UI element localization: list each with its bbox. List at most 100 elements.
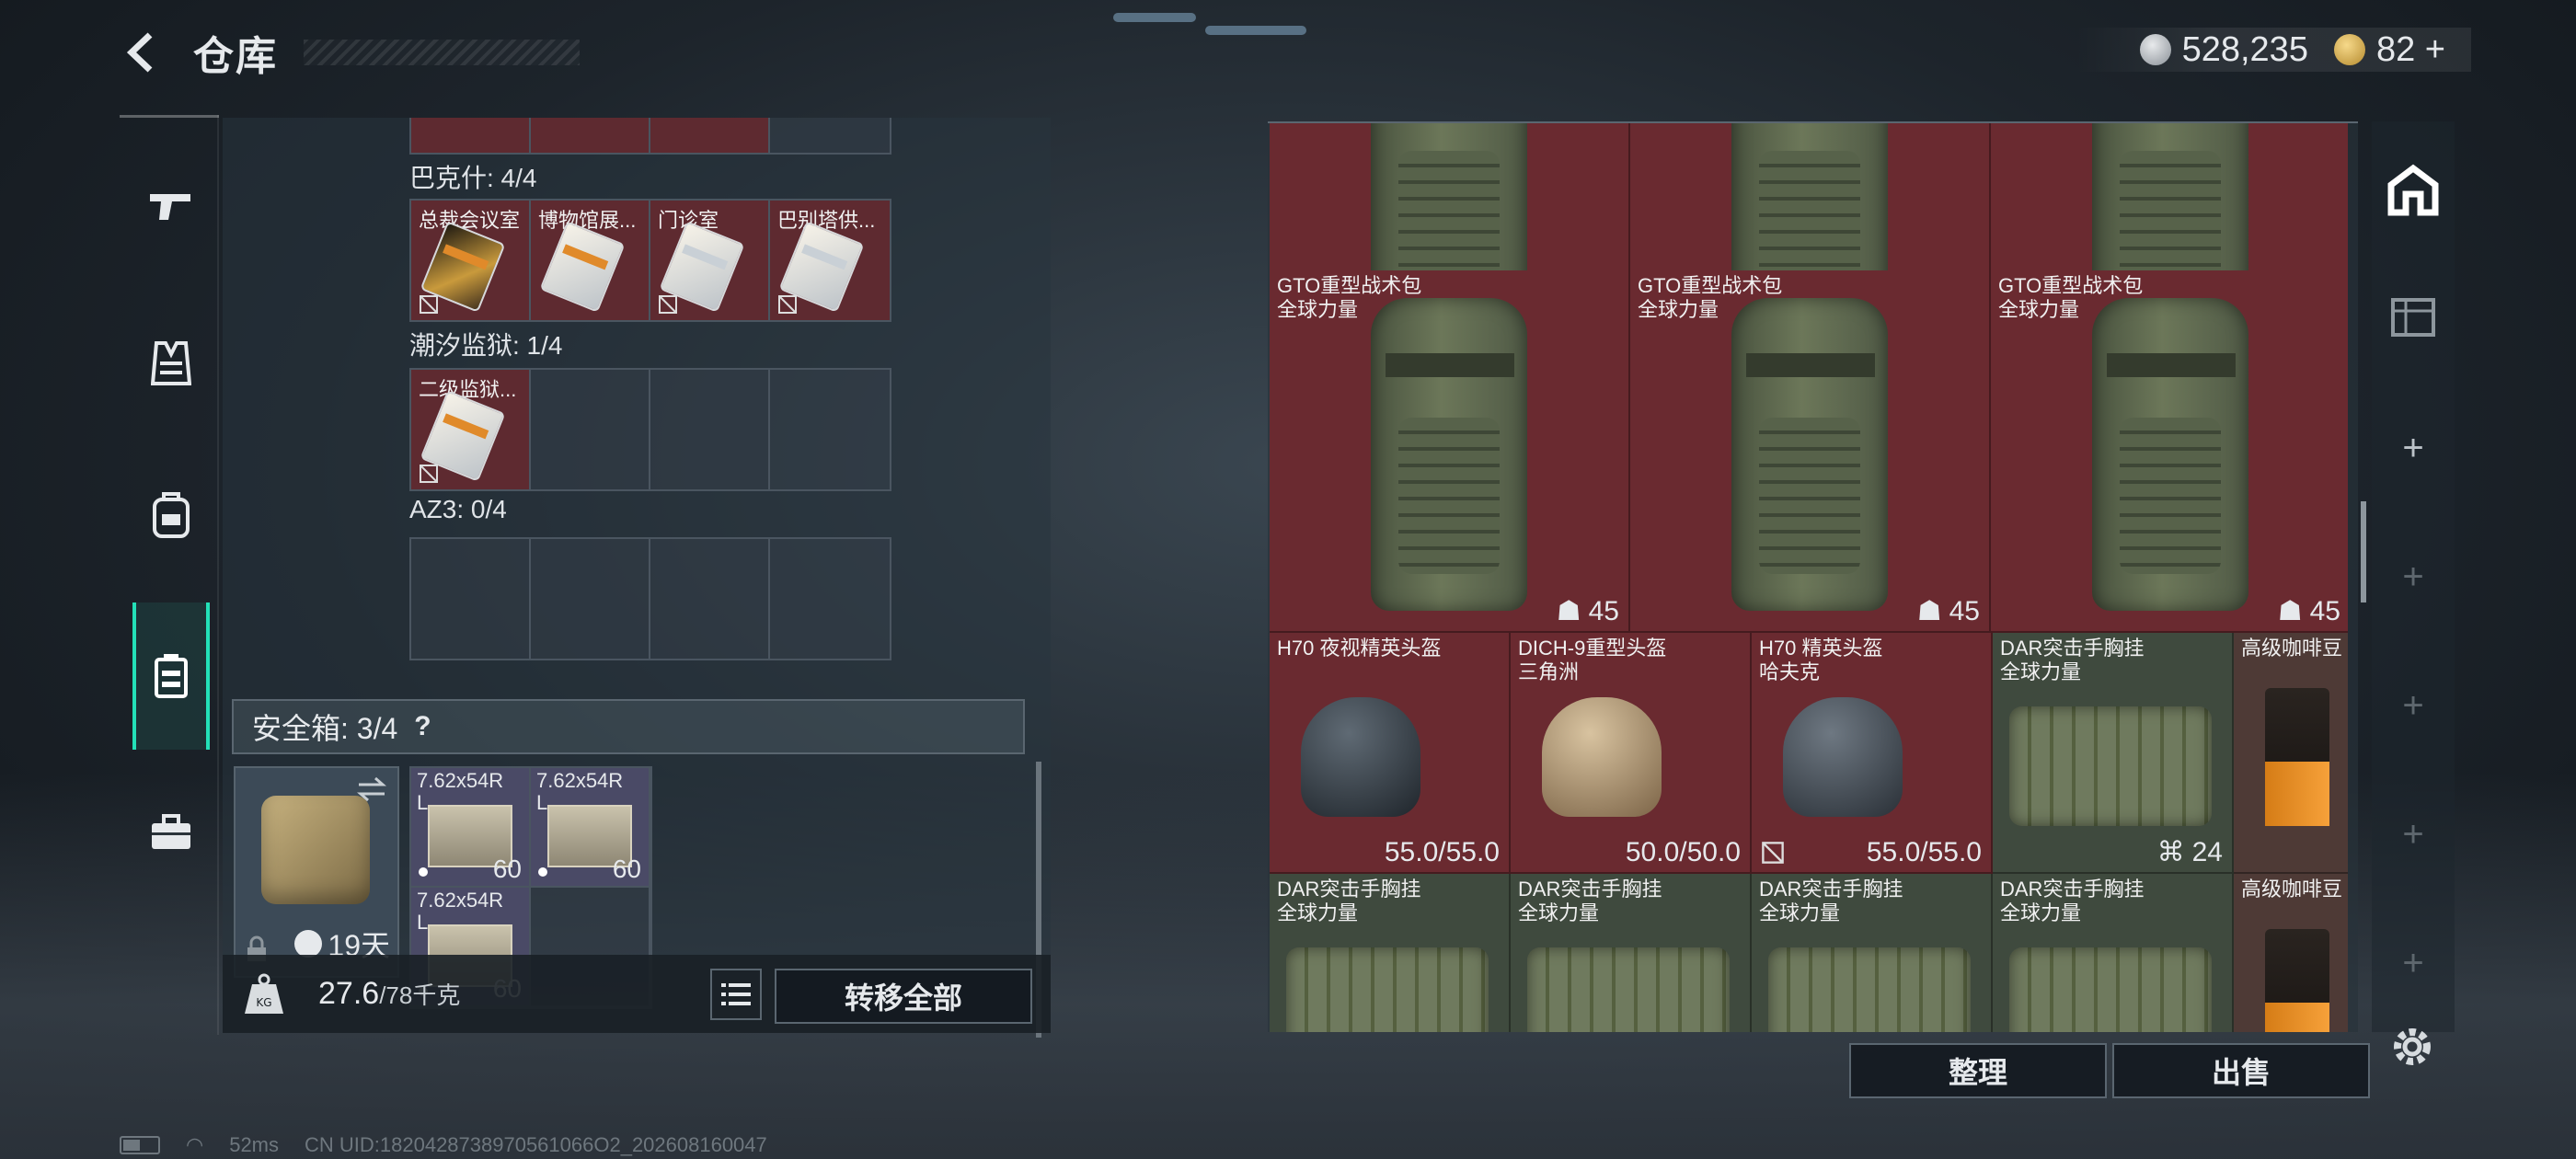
item-name: H70 精英头盔 哈夫克	[1759, 637, 1883, 683]
ammo-dot-icon	[419, 867, 428, 877]
keycard-slot-empty[interactable]	[531, 539, 650, 659]
sell-button[interactable]: 出售	[2112, 1043, 2370, 1098]
item-name: 高级咖啡豆	[2241, 878, 2343, 901]
add-stash-page-button[interactable]: +	[2372, 922, 2455, 1004]
capacity-icon: ☗	[1556, 596, 1581, 626]
capacity-value: 45	[1588, 595, 1619, 626]
transfer-all-button[interactable]: 转移全部	[775, 969, 1032, 1024]
keycard-slot[interactable]: 二级监狱...	[411, 370, 531, 489]
keycard-slot[interactable]: 门诊室	[650, 201, 770, 320]
ammo-count: 60	[492, 855, 522, 883]
capacity-icon: ☗	[2277, 596, 2303, 626]
keycard-slot[interactable]: 总裁会议室	[411, 201, 531, 320]
keycard-slot[interactable]	[650, 118, 770, 153]
helmet-image	[1301, 697, 1420, 817]
list-view-button[interactable]	[710, 969, 762, 1020]
silver-amount: 528,235	[2181, 29, 2308, 69]
safebox-slot[interactable]: 19天	[234, 766, 399, 978]
rail-item-weapons[interactable]	[132, 133, 210, 281]
durability: 55.0/55.0	[1866, 837, 1982, 867]
rail-item-containers[interactable]	[132, 602, 210, 750]
backpack-image	[2092, 298, 2248, 611]
keycard-slot-empty[interactable]	[531, 370, 650, 489]
keycard-slot-empty[interactable]	[770, 539, 890, 659]
item-stat: ⌘ 24	[2157, 836, 2223, 868]
capacity-value: 24	[2191, 836, 2223, 867]
keycard-slot-empty[interactable]	[650, 370, 770, 489]
stash-page-main[interactable]	[2372, 149, 2455, 232]
stash-home-icon	[2387, 164, 2439, 216]
section-label-tidal-prison: 潮汐监狱: 1/4	[409, 331, 563, 360]
item-stat: ☗45	[1557, 595, 1619, 627]
settings-button[interactable]	[2386, 1021, 2438, 1077]
top-bar: 仓库	[120, 20, 580, 85]
page-title: 仓库	[193, 34, 278, 79]
stash-page-extension[interactable]	[2372, 273, 2455, 356]
rail-item-backpack[interactable]	[132, 442, 210, 589]
keycard-slot[interactable]	[531, 118, 650, 153]
loadout-panel: 巴克什: 4/4 总裁会议室 博物馆展... 门诊室 巴别塔供... 潮汐监狱:…	[223, 118, 1051, 1038]
add-stash-page-button[interactable]: +	[2372, 793, 2455, 876]
stash-item-backpack[interactable]: GTO重型战术包 全球力量 ☗ 45	[1991, 270, 2348, 633]
vest-capacity-icon: ⌘	[2156, 837, 2185, 867]
no-drop-icon	[420, 465, 438, 483]
ammo-item[interactable]: 7.62x54R L... 60	[531, 768, 650, 888]
vest-image	[1768, 947, 1971, 1032]
stash-item-helmet[interactable]: H70 夜视精英头盔 55.0/55.0	[1270, 633, 1511, 874]
weight-icon: KG	[245, 973, 283, 1014]
stash-item-vest[interactable]: DAR突击手胸挂 全球力量	[1270, 874, 1511, 1032]
stash-item-helmet[interactable]: DICH-9重型头盔 三角洲 50.0/50.0	[1511, 633, 1752, 874]
stash-item-coffee[interactable]: 高级咖啡豆	[2234, 874, 2348, 1032]
rail-item-armor[interactable]	[132, 290, 210, 437]
stash-item-vest[interactable]: DAR突击手胸挂 全球力量 ⌘ 24	[1993, 633, 2234, 874]
keycard-slot[interactable]	[411, 118, 531, 153]
stash-item-vest[interactable]: DAR突击手胸挂 全球力量	[1993, 874, 2234, 1032]
stash-item-vest[interactable]: DAR突击手胸挂 全球力量	[1752, 874, 1993, 1032]
vest-icon	[151, 341, 191, 385]
clock-icon	[294, 930, 323, 958]
stash-item-vest[interactable]: DAR突击手胸挂 全球力量	[1511, 874, 1752, 1032]
stash-scrollbar[interactable]	[2361, 501, 2366, 602]
capacity-icon: ☗	[1916, 596, 1942, 626]
keycard-slot[interactable]: 巴别塔供...	[770, 201, 890, 320]
weight-max: /78千克	[379, 981, 461, 1009]
stash-item-coffee[interactable]: 高级咖啡豆	[2234, 633, 2348, 874]
safebox-label: 安全箱: 3/4	[252, 712, 398, 745]
stash-item-helmet[interactable]: H70 精英头盔 哈夫克 55.0/55.0	[1752, 633, 1993, 874]
title-decoration	[304, 40, 580, 65]
ammo-item[interactable]: 7.62x54R L... 60	[411, 768, 531, 888]
keycard-slot-empty[interactable]	[770, 118, 890, 153]
back-button[interactable]	[120, 29, 167, 76]
stash-grid: ☗45 ☗45 ☗45 GTO重型战术包全球力量 ☗45 GTO重型战术包全球力…	[1270, 123, 2348, 1032]
no-drop-icon	[659, 295, 677, 314]
item-name: DICH-9重型头盔 三角洲	[1518, 637, 1667, 683]
durability: 50.0/50.0	[1625, 837, 1741, 867]
keycard-image	[539, 221, 626, 313]
add-stash-page-button[interactable]: +	[2372, 664, 2455, 747]
help-button[interactable]: ?	[414, 711, 431, 742]
keycard-grid-tidal-prison: 二级监狱...	[409, 368, 891, 491]
add-stash-page-button[interactable]: +	[2372, 407, 2455, 489]
no-drop-icon	[1762, 842, 1784, 864]
keycard-slot-empty[interactable]	[770, 370, 890, 489]
add-stash-page-button[interactable]: +	[2372, 535, 2455, 618]
svg-text:KG: KG	[256, 996, 271, 1009]
rail-divider	[217, 115, 219, 1035]
keycard-slot[interactable]: 博物馆展...	[531, 201, 650, 320]
item-name: DAR突击手胸挂 全球力量	[1277, 878, 1421, 924]
vest-image	[1527, 947, 1730, 1032]
container-icon	[155, 654, 188, 698]
weight-current: 27.6	[318, 976, 380, 1011]
stash-item-backpack[interactable]: GTO重型战术包 全球力量 ☗ 45	[1270, 270, 1630, 633]
keycard-slot-empty[interactable]	[411, 539, 531, 659]
vest-image	[2009, 947, 2212, 1032]
sort-button[interactable]: 整理	[1849, 1043, 2107, 1098]
section-label-bakesh: 巴克什: 4/4	[409, 164, 537, 192]
keycard-slot-empty[interactable]	[650, 539, 770, 659]
section-label-az3: AZ3: 0/4	[409, 495, 507, 523]
no-drop-icon	[778, 295, 797, 314]
stash-item-backpack[interactable]: GTO重型战术包 全球力量 ☗ 45	[1630, 270, 1991, 633]
rail-item-items[interactable]	[132, 759, 210, 906]
item-name: H70 夜视精英头盔	[1277, 637, 1442, 660]
gold-amount-add[interactable]: 82 +	[2376, 30, 2445, 70]
